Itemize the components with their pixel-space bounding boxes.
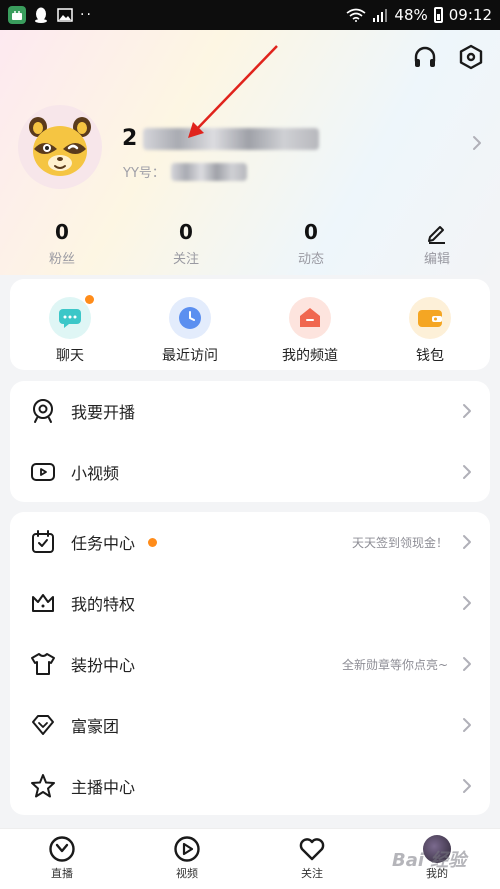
stat-value: 0 xyxy=(55,220,69,244)
stat-label: 粉丝 xyxy=(48,252,75,267)
quick-label: 聊天 xyxy=(56,348,84,364)
heart-icon xyxy=(299,838,325,861)
menu-anchor-center[interactable]: 主播中心 xyxy=(10,756,490,816)
crown-icon xyxy=(32,594,54,612)
video-play-icon xyxy=(31,463,55,481)
menu-label: 任务中心 xyxy=(71,534,136,553)
chevron-right-icon xyxy=(463,404,471,418)
android-app-icon xyxy=(8,6,26,24)
live-tab-icon xyxy=(49,836,75,862)
battery-icon xyxy=(433,7,443,23)
chevron-right-icon xyxy=(463,779,471,793)
signal-icon xyxy=(373,9,388,22)
tab-label: 关注 xyxy=(301,867,323,880)
menu-group-live: 我要开播 小视频 xyxy=(10,381,490,502)
quick-recent-visits[interactable]: 最近访问 xyxy=(140,297,240,365)
status-bar: ·· 48% 09:12 xyxy=(0,0,500,30)
stat-label: 关注 xyxy=(172,252,199,267)
menu-label: 装扮中心 xyxy=(71,656,136,675)
clock: 09:12 xyxy=(448,6,492,24)
menu-my-privileges[interactable]: 我的特权 xyxy=(10,573,490,633)
nickname-mosaic xyxy=(143,127,320,150)
menu-label: 我的特权 xyxy=(71,595,136,614)
yy-id: YY号： xyxy=(123,162,247,181)
yy-id-label: YY号： xyxy=(123,166,165,181)
menu-hint: 全新勋章等你点亮~ xyxy=(341,657,448,672)
menu-group-services: 任务中心 天天签到领现金！ 我的特权 装扮中心 全新勋章等你点亮~ 富豪团 主播… xyxy=(10,512,490,815)
tab-video[interactable]: 视频 xyxy=(152,835,222,881)
edit-profile-button[interactable]: 编辑 xyxy=(397,220,477,267)
menu-start-live[interactable]: 我要开播 xyxy=(10,381,490,441)
more-notifications-icon: ·· xyxy=(80,7,93,23)
qq-icon xyxy=(32,6,50,24)
chevron-right-icon xyxy=(463,657,471,671)
quick-label: 钱包 xyxy=(416,348,444,364)
quick-actions-card: 聊天 最近访问 我的频道 钱包 xyxy=(10,279,490,370)
battery-percent: 48% xyxy=(394,6,428,24)
stat-value: 0 xyxy=(179,220,193,244)
task-dot-badge xyxy=(148,538,157,547)
stat-label: 动态 xyxy=(297,252,324,267)
chat-icon xyxy=(49,295,94,339)
yy-id-mosaic xyxy=(170,162,247,181)
quick-my-channel[interactable]: 我的频道 xyxy=(260,297,360,365)
menu-short-video[interactable]: 小视频 xyxy=(10,442,490,502)
quick-chat[interactable]: 聊天 xyxy=(20,295,120,365)
wallet-icon xyxy=(409,297,451,339)
quick-label: 我的频道 xyxy=(282,348,338,364)
stat-fans[interactable]: 0 粉丝 xyxy=(22,220,102,267)
channel-home-icon xyxy=(289,297,331,339)
menu-dressup-center[interactable]: 装扮中心 全新勋章等你点亮~ xyxy=(10,634,490,694)
pencil-icon xyxy=(428,226,445,244)
menu-hint: 天天签到领现金！ xyxy=(351,535,448,550)
tab-following[interactable]: 关注 xyxy=(277,835,347,881)
nickname[interactable]: 2 xyxy=(122,126,320,151)
star-icon xyxy=(31,774,55,798)
calendar-check-icon xyxy=(32,530,54,553)
menu-label: 富豪团 xyxy=(71,717,120,736)
tab-label: 直播 xyxy=(51,867,73,880)
nickname-text: 2 xyxy=(122,126,138,151)
clock-icon xyxy=(169,297,211,339)
diamond-icon xyxy=(32,715,54,735)
chevron-right-icon xyxy=(463,596,471,610)
settings-hexagon-icon[interactable] xyxy=(458,44,484,70)
stat-label: 编辑 xyxy=(423,252,450,267)
video-tab-icon xyxy=(174,836,200,862)
unread-dot xyxy=(85,295,94,304)
menu-label: 我要开播 xyxy=(71,403,136,422)
quick-label: 最近访问 xyxy=(162,348,218,364)
menu-task-center[interactable]: 任务中心 天天签到领现金！ xyxy=(10,512,490,572)
stat-value: 0 xyxy=(304,220,318,244)
profile-chevron-right-icon[interactable] xyxy=(472,135,482,151)
stats-row: 0 粉丝 0 关注 0 动态 编辑 xyxy=(0,220,500,270)
stat-posts[interactable]: 0 动态 xyxy=(271,220,351,267)
wifi-icon xyxy=(346,8,366,22)
raccoon-mascot-icon xyxy=(29,117,91,176)
tshirt-icon xyxy=(31,653,55,675)
chevron-right-icon xyxy=(463,718,471,732)
tab-label: 视频 xyxy=(176,867,198,880)
stat-following[interactable]: 0 关注 xyxy=(146,220,226,267)
gallery-icon xyxy=(56,6,74,24)
chevron-right-icon xyxy=(463,465,471,479)
headphone-icon[interactable] xyxy=(412,44,438,70)
menu-label: 主播中心 xyxy=(71,778,136,797)
avatar[interactable] xyxy=(18,105,102,189)
chevron-right-icon xyxy=(463,535,471,549)
tab-live[interactable]: 直播 xyxy=(27,835,97,881)
menu-label: 小视频 xyxy=(71,464,120,483)
quick-wallet[interactable]: 钱包 xyxy=(380,297,480,365)
live-camera-icon xyxy=(33,399,53,423)
menu-tycoon-group[interactable]: 富豪团 xyxy=(10,695,490,755)
watermark: Bai 经验 xyxy=(392,850,467,871)
